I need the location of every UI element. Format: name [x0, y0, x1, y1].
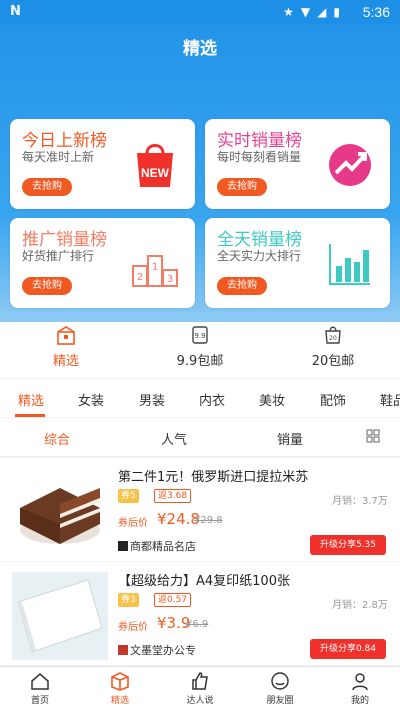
price-label: 券后价 [118, 518, 148, 529]
status-icons: ★ ▼ ◢ ▮ [283, 5, 340, 19]
tab-accessories[interactable]: 配饰 [320, 390, 346, 409]
product-title: 【超级给力】A4复印纸100张 [118, 574, 290, 589]
wifi-icon: ▼ [300, 5, 311, 19]
nav-featured[interactable]: 精选 [90, 671, 150, 706]
bottom-nav: 首页 精选 达人说 朋友圈 我的 [0, 666, 400, 710]
svg-text:1: 1 [152, 262, 158, 273]
shop-icon [118, 645, 128, 655]
tab-mens[interactable]: 男装 [139, 390, 165, 409]
card-realtime-sales[interactable]: 实时销量榜 每时每刻看销量 去抢购 [205, 119, 390, 209]
tab-beauty[interactable]: 美妆 [259, 390, 285, 409]
new-bag-icon: NEW [137, 144, 173, 187]
grid-view-icon[interactable] [366, 429, 380, 443]
svg-text:20: 20 [329, 335, 337, 342]
gift-box-icon [111, 672, 129, 691]
star-icon: ★ [283, 5, 294, 19]
bag-20-icon: 20 [325, 326, 341, 344]
category-bar: 精选 9.9 9.9包邮 20 20包邮 [0, 322, 400, 378]
svg-text:2: 2 [137, 272, 143, 283]
nav-label: 我的 [350, 696, 369, 706]
bar-chart-icon [329, 244, 370, 285]
tab-underwear[interactable]: 内衣 [199, 390, 225, 409]
gift-box-icon [57, 326, 75, 345]
nav-profile[interactable]: 我的 [330, 671, 390, 706]
tab-indicator [15, 414, 45, 417]
original-price: ¥29.8 [194, 515, 223, 526]
card-allday-sales[interactable]: 全天销量榜 全天实力大排行 去抢购 [205, 218, 390, 308]
nav-moments[interactable]: 朋友圈 [250, 671, 310, 706]
home-icon [31, 673, 49, 690]
category-label: 20包邮 [311, 354, 355, 369]
svg-text:3: 3 [167, 274, 173, 285]
category-tabs: 精选 女装 男装 内衣 美妆 配饰 鞋品 [0, 378, 400, 418]
shop-name: 商都精品名店 [118, 538, 196, 554]
monthly-sales: 月销：3.7万 [332, 496, 388, 507]
tab-shoes[interactable]: 鞋品 [380, 390, 400, 409]
shop-label: 文墨堂办公专 [130, 644, 196, 657]
shop-label: 商都精品名店 [130, 540, 196, 553]
category-featured[interactable]: 精选 [11, 322, 121, 369]
tab-featured[interactable]: 精选 [18, 390, 44, 409]
card-button[interactable]: 去抢购 [22, 178, 72, 196]
nav-influencer[interactable]: 达人说 [170, 671, 230, 706]
chat-circle-icon [271, 672, 289, 690]
category-99-free-shipping[interactable]: 9.9 9.9包邮 [145, 322, 255, 369]
product-item[interactable]: 【超级给力】A4复印纸100张 券3 返0.57 月销：2.8万 券后价 ¥3.… [0, 562, 400, 665]
product-title: 第二件1元！俄罗斯进口提拉米苏 [118, 470, 309, 485]
card-button[interactable]: 去抢购 [217, 277, 267, 295]
card-subtitle: 全天实力大排行 [217, 249, 302, 263]
status-bar: N ★ ▼ ◢ ▮ 5:36 [0, 0, 400, 24]
shop-icon [118, 541, 128, 551]
price-label: 券后价 [118, 622, 148, 633]
tag-99-icon: 9.9 [192, 326, 208, 344]
original-price: ¥6.9 [186, 619, 209, 630]
category-label: 精选 [52, 354, 79, 369]
clock: 5:36 [362, 4, 390, 20]
user-icon [352, 673, 368, 691]
product-image-paper [12, 572, 108, 660]
trend-up-icon [329, 144, 371, 186]
product-item[interactable]: 第二件1元！俄罗斯进口提拉米苏 券5 返3.68 月销：3.7万 券后价 ¥24… [0, 458, 400, 561]
shop-name: 文墨堂办公专 [118, 642, 196, 658]
rebate-badge: 返3.68 [154, 489, 192, 503]
monthly-sales: 月销：2.8万 [332, 600, 388, 611]
page-title: 精选 [183, 39, 217, 59]
svg-text:NEW: NEW [141, 166, 170, 180]
rebate-badge: 返0.57 [154, 593, 192, 607]
nav-label: 首页 [30, 696, 49, 706]
notification-icon: N [10, 4, 21, 19]
product-image-cake [12, 468, 108, 556]
svg-text:9.9: 9.9 [194, 332, 205, 340]
share-upgrade-button[interactable]: 升级分享0.84 [310, 639, 386, 659]
nav-home[interactable]: 首页 [10, 671, 70, 706]
category-label: 9.9包邮 [176, 354, 224, 369]
nav-label: 朋友圈 [266, 696, 294, 706]
card-promo-sales[interactable]: 推广销量榜 好货推广排行 去抢购 213 [10, 218, 195, 308]
coupon-badge: 券3 [118, 593, 139, 607]
nav-label: 精选 [110, 696, 129, 706]
sort-popularity[interactable]: 人气 [161, 429, 187, 448]
tab-womens[interactable]: 女装 [78, 390, 104, 409]
sort-bar: 综合 人气 销量 [0, 418, 400, 456]
battery-icon: ▮ [333, 5, 340, 19]
card-subtitle: 每时每刻看销量 [217, 150, 302, 164]
sort-comprehensive[interactable]: 综合 [44, 429, 70, 448]
card-new-arrivals[interactable]: 今日上新榜 每天准时上新 去抢购 NEW [10, 119, 195, 209]
thumbs-up-icon [192, 672, 208, 690]
nav-label: 达人说 [186, 696, 214, 706]
coupon-badge: 券5 [118, 489, 139, 503]
card-button[interactable]: 去抢购 [22, 277, 72, 295]
category-20-free-shipping[interactable]: 20 20包邮 [278, 322, 388, 369]
signal-icon: ◢ [317, 5, 327, 19]
sort-sales[interactable]: 销量 [277, 429, 303, 448]
share-upgrade-button[interactable]: 升级分享5.35 [310, 535, 386, 555]
card-subtitle: 每天准时上新 [22, 150, 95, 164]
podium-icon: 213 [132, 255, 178, 287]
card-button[interactable]: 去抢购 [217, 178, 267, 196]
card-subtitle: 好货推广排行 [22, 249, 95, 263]
